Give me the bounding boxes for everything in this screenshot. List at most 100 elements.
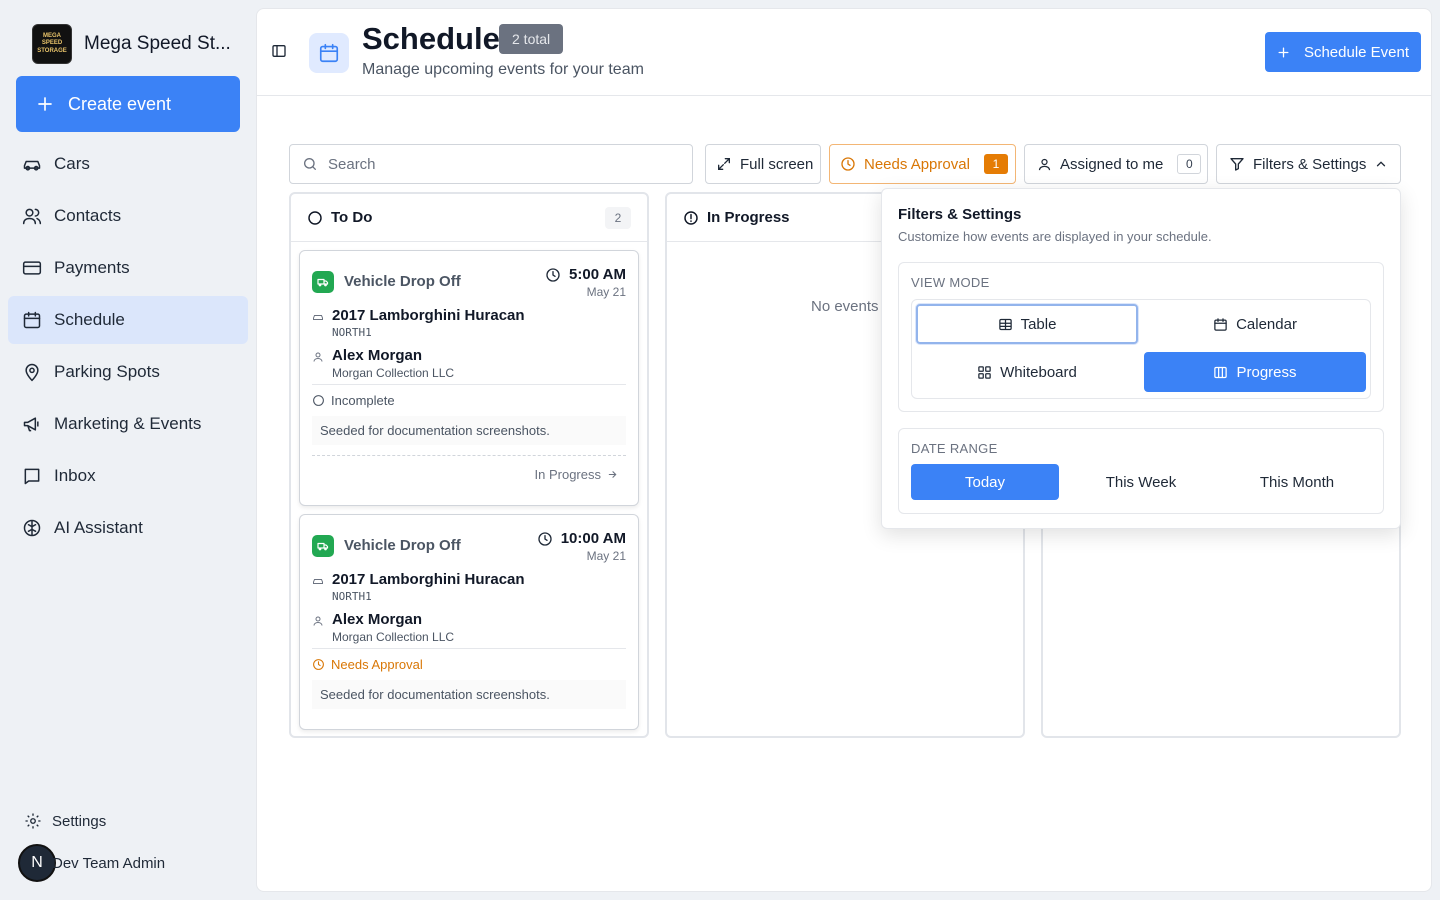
filters-settings-popover: Filters & Settings Customize how events …: [881, 188, 1401, 529]
filters-settings-button[interactable]: Filters & Settings: [1216, 144, 1401, 184]
view-mode-label: Calendar: [1236, 315, 1297, 333]
sidebar-item-ai-assistant[interactable]: AI Assistant: [8, 504, 248, 552]
column-todo: To Do 2 Vehicle Drop Off 5:00 AM May 21: [289, 192, 649, 738]
assigned-to-me-filter[interactable]: Assigned to me 0: [1024, 144, 1208, 184]
view-mode-label: VIEW MODE: [911, 275, 990, 290]
event-type: Vehicle Drop Off: [344, 273, 461, 290]
view-mode-progress[interactable]: Progress: [1144, 352, 1366, 392]
vehicle-name: 2017 Lamborghini Huracan: [332, 571, 525, 588]
date-range-this-week[interactable]: This Week: [1067, 464, 1215, 500]
users-icon: [22, 208, 42, 225]
arrow-right-icon: [608, 471, 617, 478]
brand-logo: MEGA SPEED STORAGE: [32, 24, 72, 64]
view-mode-options: Table Calendar Whiteboard Progress: [911, 299, 1371, 399]
needs-approval-label: Needs Approval: [864, 155, 970, 173]
view-mode-label: Whiteboard: [1000, 363, 1077, 381]
columns-icon: [1214, 366, 1228, 378]
sidebar-item-label: Marketing & Events: [54, 414, 202, 433]
view-mode-whiteboard[interactable]: Whiteboard: [916, 352, 1138, 392]
needs-approval-filter[interactable]: Needs Approval 1: [829, 144, 1016, 184]
chevron-up-icon: [1377, 161, 1386, 167]
sidebar-item-label: Schedule: [54, 310, 125, 329]
search-placeholder: Search: [328, 155, 376, 173]
user-icon: [313, 616, 323, 626]
sidebar-item-label: Contacts: [54, 206, 122, 225]
event-time-value: 5:00 AM: [569, 266, 626, 283]
empty-state: No events: [811, 298, 879, 315]
expand-icon: [718, 158, 730, 170]
gear-icon: [25, 813, 41, 829]
view-mode-section: VIEW MODE Table Calendar Whiteboard Prog…: [898, 262, 1384, 412]
sidebar-item-label: Inbox: [54, 466, 96, 485]
sidebar-item-contacts[interactable]: Contacts: [8, 192, 248, 240]
brand-name: Mega Speed St...: [84, 33, 231, 54]
view-mode-label: Progress: [1236, 363, 1297, 381]
truck-icon: [312, 271, 334, 293]
main-panel: Schedule 2 total Manage upcoming events …: [256, 8, 1432, 892]
page-subtitle: Manage upcoming events for your team: [362, 61, 644, 78]
calendar-icon: [23, 311, 41, 329]
view-mode-table[interactable]: Table: [916, 304, 1138, 344]
event-type: Vehicle Drop Off: [344, 537, 461, 554]
clock-icon: [841, 157, 855, 171]
event-time: 5:00 AM May 21: [545, 266, 626, 299]
event-status-label: Incomplete: [331, 393, 395, 408]
sidebar-item-schedule[interactable]: Schedule: [8, 296, 248, 344]
event-status: Needs Approval: [300, 649, 638, 672]
popover-subtitle: Customize how events are displayed in yo…: [898, 229, 1212, 244]
sidebar-item-parking-spots[interactable]: Parking Spots: [8, 348, 248, 396]
search-icon: [304, 158, 316, 170]
fullscreen-label: Full screen: [740, 155, 814, 173]
sidebar-toggle[interactable]: [271, 43, 287, 59]
calendar-icon: [1214, 317, 1227, 331]
brand[interactable]: MEGA SPEED STORAGE Mega Speed St...: [32, 24, 231, 64]
sidebar-item-label: Payments: [54, 258, 130, 277]
page-title: Schedule: [362, 21, 500, 56]
event-note: Seeded for documentation screenshots.: [312, 416, 626, 445]
event-date: May 21: [586, 285, 626, 299]
circle-icon: [308, 210, 322, 225]
clock-icon: [538, 531, 552, 546]
event-time-value: 10:00 AM: [560, 530, 626, 547]
column-title: In Progress: [707, 209, 790, 226]
view-mode-calendar[interactable]: Calendar: [1144, 304, 1366, 344]
user-menu[interactable]: N Dev Team Admin: [18, 844, 165, 882]
vehicle-name: 2017 Lamborghini Huracan: [332, 307, 525, 324]
event-card[interactable]: Vehicle Drop Off 10:00 AM May 21 2017 La…: [299, 514, 639, 730]
event-time: 10:00 AM May 21: [537, 530, 626, 563]
column-header: To Do 2: [291, 194, 647, 242]
page-header: Schedule 2 total Manage upcoming events …: [257, 9, 1431, 96]
car-icon: [23, 160, 41, 171]
sidebar-nav: Cars Contacts Payments Schedule Parking …: [8, 140, 248, 556]
alert-circle-icon: [684, 210, 698, 225]
user-icon: [1038, 158, 1051, 170]
schedule-event-button[interactable]: Schedule Event: [1265, 32, 1421, 72]
date-range-this-month[interactable]: This Month: [1223, 464, 1371, 500]
sidebar-item-marketing-events[interactable]: Marketing & Events: [8, 400, 248, 448]
search-input[interactable]: Search: [289, 144, 693, 184]
create-event-label: Create event: [68, 93, 172, 114]
event-card[interactable]: Vehicle Drop Off 5:00 AM May 21 2017 Lam…: [299, 250, 639, 506]
sidebar-item-label: AI Assistant: [54, 518, 143, 537]
clock-icon: [546, 267, 560, 282]
sidebar-item-cars[interactable]: Cars: [8, 140, 248, 188]
panel-left-icon: [272, 45, 286, 57]
date-range-today[interactable]: Today: [911, 464, 1059, 500]
avatar: N: [18, 844, 56, 882]
table-icon: [998, 318, 1012, 330]
vehicle-plate: NORTH1: [332, 590, 372, 603]
sidebar-settings[interactable]: Settings: [24, 812, 106, 830]
move-to-in-progress-button[interactable]: In Progress: [312, 455, 626, 493]
sidebar-item-payments[interactable]: Payments: [8, 244, 248, 292]
assigned-to-me-label: Assigned to me: [1060, 155, 1164, 173]
fullscreen-button[interactable]: Full screen: [705, 144, 821, 184]
contact-line: Alex Morgan Morgan Collection LLC: [300, 611, 638, 644]
create-event-button[interactable]: Create event: [16, 76, 240, 132]
car-icon: [313, 579, 323, 584]
megaphone-icon: [23, 417, 39, 432]
car-icon: [313, 315, 323, 320]
contact-line: Alex Morgan Morgan Collection LLC: [300, 347, 638, 380]
clock-icon: [313, 659, 324, 670]
sidebar-item-inbox[interactable]: Inbox: [8, 452, 248, 500]
settings-label: Settings: [52, 812, 107, 830]
